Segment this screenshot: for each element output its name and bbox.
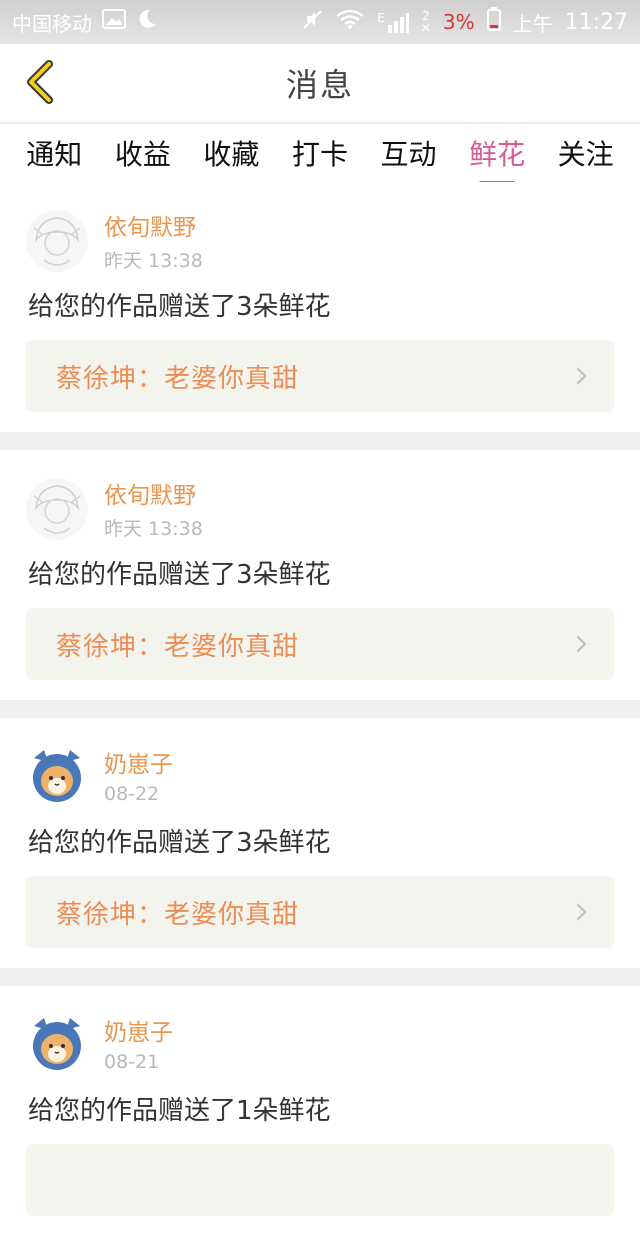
message-item: 奶崽子 08-22 给您的作品赠送了3朵鲜花 蔡徐坤：老婆你真甜 — [0, 718, 640, 968]
avatar[interactable] — [26, 209, 88, 272]
chevron-right-icon — [576, 367, 587, 385]
mute-icon — [301, 8, 323, 36]
work-title: 蔡徐坤：老婆你真甜 — [56, 899, 300, 930]
timestamp: 08-22 — [104, 783, 160, 805]
user-row: 奶崽子 08-21 — [26, 1012, 173, 1074]
chevron-right-icon — [576, 635, 587, 653]
work-link[interactable]: 蔡徐坤：老婆你真甜 — [26, 876, 614, 948]
user-row: 奶崽子 08-22 — [26, 744, 173, 806]
sim2-signal-icon: 2 ✕ — [420, 9, 431, 35]
message-text: 给您的作品赠送了3朵鲜花 — [28, 828, 331, 858]
tab-following[interactable]: 关注 — [554, 133, 618, 173]
username[interactable]: 依旬默野 — [104, 208, 203, 242]
avatar[interactable] — [26, 744, 88, 806]
am-pm-label: 上午 — [512, 11, 553, 36]
divider — [0, 700, 640, 718]
message-list: 依旬默野 昨天 13:38 给您的作品赠送了3朵鲜花 蔡徐坤：老婆你真甜 依旬默… — [0, 182, 640, 1236]
moon-icon — [136, 8, 158, 36]
message-text: 给您的作品赠送了3朵鲜花 — [28, 292, 331, 322]
message-text: 给您的作品赠送了3朵鲜花 — [28, 560, 331, 590]
message-item: 奶崽子 08-21 给您的作品赠送了1朵鲜花 — [0, 986, 640, 1236]
timestamp: 昨天 13:38 — [104, 518, 203, 540]
message-item: 依旬默野 昨天 13:38 给您的作品赠送了3朵鲜花 蔡徐坤：老婆你真甜 — [0, 450, 640, 700]
signal-icon: E — [377, 11, 409, 33]
user-meta: 奶崽子 08-21 — [104, 1013, 173, 1073]
divider — [0, 968, 640, 986]
work-link[interactable]: 蔡徐坤：老婆你真甜 — [26, 340, 614, 412]
username[interactable]: 奶崽子 — [104, 1013, 173, 1047]
tab-checkin[interactable]: 打卡 — [288, 133, 352, 173]
tab-favorites[interactable]: 收藏 — [199, 133, 263, 173]
message-text: 给您的作品赠送了1朵鲜花 — [28, 1096, 331, 1126]
image-icon — [102, 8, 126, 36]
battery-percent: 3% — [442, 10, 475, 34]
page-title: 消息 — [285, 66, 354, 104]
tab-interactions[interactable]: 互动 — [377, 133, 441, 173]
work-link[interactable] — [26, 1144, 614, 1216]
user-meta: 奶崽子 08-22 — [104, 745, 173, 805]
wifi-icon — [335, 8, 365, 36]
chevron-right-icon — [576, 903, 587, 921]
message-item: 依旬默野 昨天 13:38 给您的作品赠送了3朵鲜花 蔡徐坤：老婆你真甜 — [0, 182, 640, 432]
battery-icon — [486, 7, 501, 37]
user-row: 依旬默野 昨天 13:38 — [26, 208, 203, 273]
tab-earnings[interactable]: 收益 — [111, 133, 175, 173]
tab-flowers[interactable]: 鲜花 — [465, 133, 529, 173]
user-row: 依旬默野 昨天 13:38 — [26, 476, 203, 541]
user-meta: 依旬默野 昨天 13:38 — [104, 476, 203, 541]
back-button[interactable] — [18, 60, 62, 104]
work-title: 蔡徐坤：老婆你真甜 — [56, 363, 300, 394]
carrier-name: 中国移动 — [12, 11, 92, 36]
user-meta: 依旬默野 昨天 13:38 — [104, 208, 203, 273]
clock-time: 11:27 — [564, 9, 628, 35]
username[interactable]: 依旬默野 — [104, 476, 203, 510]
network-type-label: E — [377, 11, 385, 25]
tab-bar: 通知 收益 收藏 打卡 互动 鲜花 关注 — [0, 124, 640, 182]
app-header: 消息 — [0, 44, 640, 122]
avatar[interactable] — [26, 477, 88, 540]
work-title: 蔡徐坤：老婆你真甜 — [56, 631, 300, 662]
timestamp: 昨天 13:38 — [104, 250, 203, 272]
username[interactable]: 奶崽子 — [104, 745, 173, 779]
status-bar: 中国移动 E 2 ✕ 3% 上午 11:27 — [0, 0, 640, 44]
avatar[interactable] — [26, 1012, 88, 1074]
divider — [0, 432, 640, 450]
tab-notifications[interactable]: 通知 — [22, 133, 86, 173]
timestamp: 08-21 — [104, 1051, 160, 1073]
chevron-left-icon — [27, 60, 53, 104]
work-link[interactable]: 蔡徐坤：老婆你真甜 — [26, 608, 614, 680]
